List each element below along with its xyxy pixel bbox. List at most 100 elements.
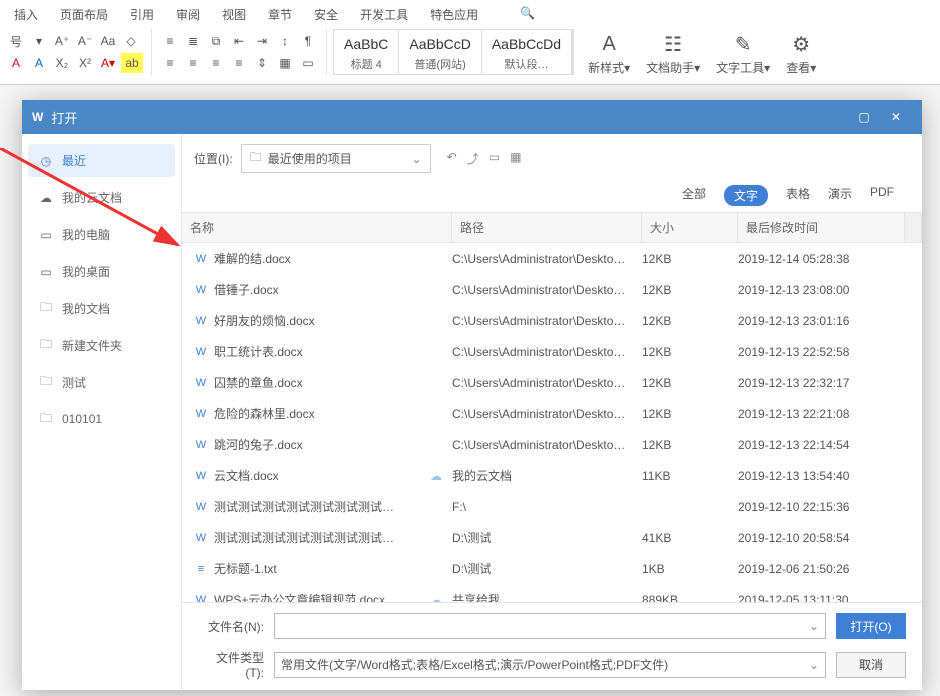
- align-left-icon[interactable]: ≡: [160, 53, 180, 73]
- col-name[interactable]: 名称: [182, 213, 452, 242]
- cancel-button[interactable]: 取消: [836, 652, 906, 678]
- file-row[interactable]: W测试测试测试测试测试测试测试…D:\测试41KB2019-12-10 20:5…: [182, 522, 922, 553]
- font-size-field[interactable]: 号: [6, 31, 26, 51]
- ribbon-big-button[interactable]: A新样式▾: [580, 29, 638, 78]
- style-item[interactable]: AaBbCcD普通(网站): [399, 30, 481, 74]
- bullet-list-icon[interactable]: ≡: [160, 31, 180, 51]
- sidebar-item[interactable]: 🗀 我的文档: [28, 292, 175, 325]
- location-dropdown[interactable]: 🗀 最近使用的项目 ⌄: [241, 144, 431, 173]
- ribbon-tab[interactable]: 页面布局: [50, 2, 118, 27]
- ribbon-tab[interactable]: 章节: [258, 2, 302, 27]
- file-date: 2019-12-10 20:58:54: [738, 531, 922, 545]
- ribbon-tabs: 插入页面布局引用审阅视图章节安全开发工具特色应用 🔍: [0, 2, 940, 27]
- font-grow-icon[interactable]: A⁺: [52, 31, 72, 51]
- file-size: 12KB: [642, 376, 738, 390]
- strike-icon[interactable]: X₂: [52, 53, 72, 73]
- ribbon-big-button[interactable]: ⚙查看▾: [778, 29, 824, 78]
- file-path: 共享给我: [452, 591, 642, 602]
- file-path: D:\测试: [452, 529, 642, 546]
- maximize-icon[interactable]: ▢: [848, 101, 880, 133]
- highlight-icon[interactable]: ab: [121, 53, 143, 73]
- borders-icon[interactable]: ▭: [298, 53, 318, 73]
- filename-input[interactable]: ⌄: [274, 613, 826, 639]
- folder-icon: 🗀: [38, 338, 54, 354]
- indent-left-icon[interactable]: ⇤: [229, 31, 249, 51]
- file-row[interactable]: W云文档.docx☁我的云文档11KB2019-12-13 13:54:40: [182, 460, 922, 491]
- col-date[interactable]: 最后修改时间: [738, 213, 905, 242]
- superscript-icon[interactable]: X²: [75, 53, 95, 73]
- file-row[interactable]: W跳河的兔子.docxC:\Users\Administrator\Deskto…: [182, 429, 922, 460]
- filter-tab[interactable]: 全部: [682, 185, 706, 206]
- font-size-dropdown-icon[interactable]: ▾: [29, 31, 49, 51]
- ribbon-tab[interactable]: 特色应用: [420, 2, 488, 27]
- style-item[interactable]: AaBbCcDd默认段…: [482, 30, 572, 74]
- show-marks-icon[interactable]: ¶: [298, 31, 318, 51]
- highlight-a-icon[interactable]: A: [29, 53, 49, 73]
- change-case-icon[interactable]: Aa: [98, 31, 118, 51]
- align-right-icon[interactable]: ≡: [206, 53, 226, 73]
- shading-icon[interactable]: ▦: [275, 53, 295, 73]
- clear-format-icon[interactable]: ◇: [121, 31, 141, 51]
- sidebar-item[interactable]: 🗀010101: [28, 403, 175, 435]
- file-row[interactable]: W危险的森林里.docxC:\Users\Administrator\Deskt…: [182, 398, 922, 429]
- number-list-icon[interactable]: ≣: [183, 31, 203, 51]
- filter-tab[interactable]: 表格: [786, 185, 810, 206]
- style-item[interactable]: AaBbC标题 4: [334, 30, 399, 74]
- col-path[interactable]: 路径: [452, 213, 642, 242]
- style-gallery[interactable]: AaBbC标题 4AaBbCcD普通(网站)AaBbCcDd默认段…: [333, 29, 573, 75]
- indent-right-icon[interactable]: ⇥: [252, 31, 272, 51]
- sidebar-item[interactable]: 🗀测试: [28, 366, 175, 399]
- font-shrink-icon[interactable]: A⁻: [75, 31, 95, 51]
- sidebar-item-label: 我的文档: [62, 300, 110, 317]
- sidebar-item[interactable]: ▭我的电脑: [28, 218, 175, 251]
- file-size: 1KB: [642, 562, 738, 576]
- file-row[interactable]: ≡无标题-1.txtD:\测试1KB2019-12-06 21:50:26: [182, 553, 922, 584]
- file-row[interactable]: W好朋友的烦恼.docxC:\Users\Administrator\Deskt…: [182, 305, 922, 336]
- font-color-a-icon[interactable]: A: [6, 53, 26, 73]
- back-icon[interactable]: ↶: [447, 150, 457, 167]
- view-icon[interactable]: ▦: [510, 150, 521, 167]
- clock-icon: ◷: [38, 153, 54, 169]
- align-center-icon[interactable]: ≡: [183, 53, 203, 73]
- ribbon-tab[interactable]: 视图: [212, 2, 256, 27]
- sidebar-item[interactable]: ☁我的云文档: [28, 181, 175, 214]
- ribbon-tab[interactable]: 开发工具: [350, 2, 418, 27]
- filetype-value: 常用文件(文字/Word格式;表格/Excel格式;演示/PowerPoint格…: [281, 656, 668, 673]
- file-name: 测试测试测试测试测试测试测试…: [214, 498, 394, 515]
- filter-tab[interactable]: 文字: [724, 185, 768, 206]
- align-justify-icon[interactable]: ≡: [229, 53, 249, 73]
- filter-tab[interactable]: 演示: [828, 185, 852, 206]
- sidebar-item[interactable]: 🗀新建文件夹: [28, 329, 175, 362]
- sidebar-item[interactable]: ◷最近: [28, 144, 175, 177]
- file-name: 职工统计表.docx: [214, 343, 303, 360]
- ribbon-big-button[interactable]: ☷文档助手▾: [638, 29, 708, 78]
- ribbon-big-button[interactable]: ✎文字工具▾: [708, 29, 778, 78]
- ribbon-tab[interactable]: 插入: [4, 2, 48, 27]
- ribbon-tab[interactable]: 引用: [120, 2, 164, 27]
- line-spacing-icon[interactable]: ⇕: [252, 53, 272, 73]
- close-icon[interactable]: ✕: [880, 101, 912, 133]
- filter-tab[interactable]: PDF: [870, 185, 894, 206]
- up-folder-icon[interactable]: ⤴: [467, 150, 479, 167]
- sort-icon[interactable]: ↕: [275, 31, 295, 51]
- search-icon[interactable]: 🔍: [510, 2, 545, 27]
- cloud-icon: ☁: [430, 469, 442, 483]
- file-row[interactable]: W囚禁的章鱼.docxC:\Users\Administrator\Deskto…: [182, 367, 922, 398]
- file-row[interactable]: WWPS+云办公文章编辑规范.docx☁共享给我889KB2019-12-05 …: [182, 584, 922, 602]
- dialog-titlebar: W 打开 ▢ ✕: [22, 100, 922, 134]
- multilevel-list-icon[interactable]: ⧉: [206, 31, 226, 51]
- filetype-dropdown[interactable]: 常用文件(文字/Word格式;表格/Excel格式;演示/PowerPoint格…: [274, 652, 826, 678]
- ribbon-tab[interactable]: 审阅: [166, 2, 210, 27]
- cloud-icon: ☁: [430, 593, 442, 603]
- file-row[interactable]: W测试测试测试测试测试测试测试…F:\2019-12-10 22:15:36: [182, 491, 922, 522]
- folder-icon: 🗀: [38, 301, 54, 317]
- col-size[interactable]: 大小: [642, 213, 738, 242]
- font-color-icon[interactable]: A▾: [98, 53, 118, 73]
- file-row[interactable]: W职工统计表.docxC:\Users\Administrator\Deskto…: [182, 336, 922, 367]
- file-row[interactable]: W难解的结.docxC:\Users\Administrator\Deskto……: [182, 243, 922, 274]
- sidebar-item[interactable]: ▭我的桌面: [28, 255, 175, 288]
- ribbon-tab[interactable]: 安全: [304, 2, 348, 27]
- new-folder-icon[interactable]: ▭: [489, 150, 500, 167]
- file-row[interactable]: W借锤子.docxC:\Users\Administrator\Deskto…1…: [182, 274, 922, 305]
- open-button[interactable]: 打开(O): [836, 613, 906, 639]
